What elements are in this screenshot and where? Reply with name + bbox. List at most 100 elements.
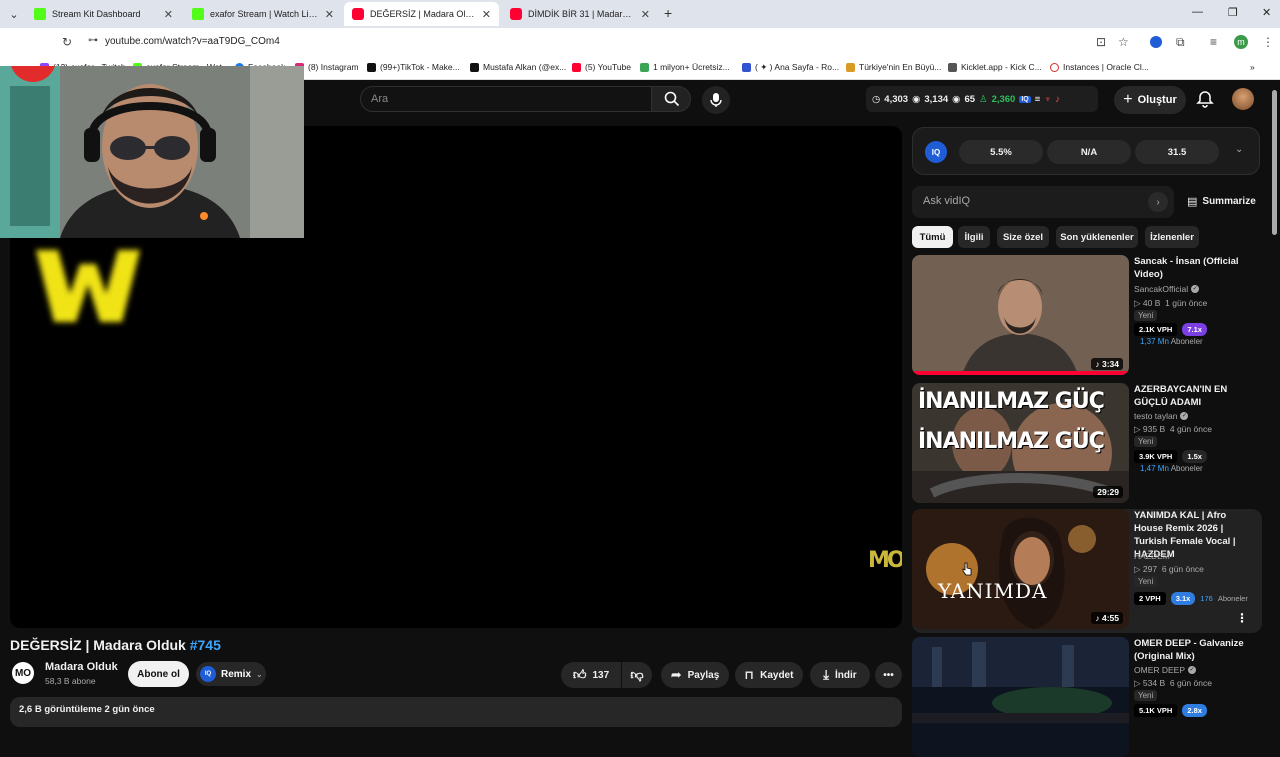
search-icon — [664, 91, 680, 107]
recommendation-title[interactable]: OMER DEEP - Galvanize (Original Mix) — [1134, 637, 1256, 663]
x-icon — [470, 62, 479, 72]
subscriber-stat: 1,37 Mn Aboneler — [1140, 337, 1203, 346]
bookmark-item[interactable]: Kicklet.app - Kick C... — [948, 62, 1042, 72]
vidiq-metric-na[interactable]: N/A — [1047, 140, 1131, 164]
subscribe-button[interactable]: Abone ol — [128, 661, 189, 687]
roblox-icon — [742, 63, 751, 72]
close-tab-icon[interactable]: ✕ — [482, 8, 491, 21]
close-tab-icon[interactable]: ✕ — [325, 8, 334, 21]
thumbnail-image — [912, 509, 1129, 629]
recommendation-title[interactable]: AZERBAYCAN'IN EN GÜÇLÜ ADAMI — [1134, 383, 1256, 409]
chip-all[interactable]: Tümü — [912, 226, 953, 248]
share-button[interactable]: ➦ Paylaş — [661, 662, 729, 688]
dislike-button[interactable]: 👎︎ — [622, 662, 652, 688]
more-actions-button[interactable]: ••• — [875, 662, 902, 688]
recommendation-channel[interactable]: HAZDEM — [1134, 551, 1170, 561]
tab-degersiz-active[interactable]: DEĞERSİZ | Madara Olduk #745 ✕ — [344, 2, 499, 26]
rocket-icon[interactable]: ♆ — [1044, 94, 1051, 105]
recommendation-channel[interactable]: testo taylan ✓ — [1134, 411, 1189, 421]
download-button[interactable]: ⤓ İndir — [810, 662, 870, 688]
new-badge: Yeni — [1134, 310, 1158, 321]
install-app-icon[interactable]: ⊡ — [1096, 35, 1106, 49]
bookmark-item[interactable]: Mustafa Alkan (@ex... — [470, 62, 566, 72]
ask-vidiq-input[interactable]: Ask vidIQ › — [912, 186, 1174, 218]
document-icon: ▤ — [1187, 196, 1198, 208]
vidiq-metric-engagement[interactable]: 5.5% — [959, 140, 1043, 164]
recommendation-title[interactable]: Sancak - İnsan (Official Video) — [1134, 255, 1256, 281]
more-options-icon[interactable]: ⋮ — [1236, 611, 1248, 625]
chip-watched[interactable]: İzlenenler — [1145, 226, 1199, 248]
more-horizontal-icon: ••• — [883, 669, 894, 681]
tab-search-button[interactable]: ⌄ — [4, 4, 24, 24]
bookmark-item[interactable]: (99+)TikTok - Make... — [367, 62, 460, 72]
vidiq-metric-score[interactable]: 31.5 — [1135, 140, 1219, 164]
bookmark-item[interactable]: (5) YouTube — [572, 62, 631, 72]
vidiq-extension-icon[interactable] — [1150, 36, 1162, 48]
reload-icon[interactable]: ↻ — [62, 35, 72, 49]
bookmarks-overflow-icon[interactable]: » — [1250, 62, 1255, 72]
remix-button[interactable]: IQ Remix ⌄ — [196, 662, 266, 686]
thumbs-down-icon: 👎︎ — [630, 667, 644, 682]
kebab-menu-icon[interactable]: ⋮ — [1262, 35, 1274, 49]
close-tab-icon[interactable]: ✕ — [641, 8, 650, 21]
video-thumbnail[interactable]: ♪ 3:34 — [912, 255, 1129, 375]
chip-related[interactable]: İlgili — [958, 226, 990, 248]
profile-avatar[interactable]: m — [1234, 35, 1248, 49]
chip-recent-uploads[interactable]: Son yüklenenler — [1056, 226, 1138, 248]
site-info-icon[interactable]: ⊶ — [88, 35, 98, 46]
summarize-button[interactable]: ▤ Summarize — [1187, 195, 1256, 208]
bookmark-item[interactable]: ( ✦ ) Ana Sayfa - Ro... — [742, 62, 839, 73]
tab-dimdik-bir[interactable]: DİMDİK BİR 31 | Madara Olduk ✕ — [502, 2, 658, 26]
description-box[interactable]: 2,6 B görüntüleme 2 gün önce — [10, 697, 902, 727]
notification-off-icon[interactable]: ♪ — [1055, 94, 1060, 105]
close-window-icon[interactable]: ✕ — [1262, 6, 1271, 19]
close-tab-icon[interactable]: ✕ — [164, 8, 173, 21]
bookmark-item[interactable]: Türkiye'nin En Büyü... — [846, 62, 941, 72]
like-button[interactable]: 👍︎ 137 — [561, 662, 621, 688]
url-field[interactable]: youtube.com/watch?v=aaT9DG_COm4 — [105, 36, 280, 47]
bookmark-item[interactable]: Instances | Oracle Cl... — [1050, 62, 1149, 72]
vidiq-icon[interactable]: IQ — [1019, 95, 1031, 103]
media-control-icon[interactable]: ≡ — [1210, 35, 1217, 49]
tab-stream-kit[interactable]: Stream Kit Dashboard ✕ — [26, 2, 181, 26]
video-thumbnail[interactable]: İNANILMAZ GÜÇ İNANILMAZ GÜÇ 29:29 — [912, 383, 1129, 503]
recommendation-item[interactable]: OMER DEEP - Galvanize (Original Mix) OME… — [912, 637, 1262, 757]
tab-exafor-stream[interactable]: exafor Stream | Watch Live on Kick ✕ — [184, 2, 342, 26]
save-button[interactable]: ⊓ Kaydet — [735, 662, 803, 688]
hashtag-link[interactable]: #745 — [190, 637, 221, 653]
chevron-right-icon[interactable]: › — [1148, 192, 1168, 212]
new-tab-button[interactable]: + — [664, 5, 672, 21]
notifications-bell-icon[interactable] — [1196, 90, 1214, 108]
channel-avatar[interactable]: MO — [12, 662, 34, 684]
video-thumbnail[interactable]: YANIMDA ♪ 4:55 — [912, 509, 1129, 629]
channel-name[interactable]: Madara Olduk — [45, 661, 118, 673]
account-avatar[interactable] — [1232, 88, 1254, 110]
restore-icon[interactable]: ❐ — [1228, 6, 1238, 19]
bookmark-item[interactable]: 1 milyon+ Ücretsiz... — [640, 62, 730, 72]
youtube-icon — [572, 62, 581, 72]
video-title: DEĞERSİZ | Madara Olduk #745 — [10, 637, 221, 653]
extensions-icon[interactable]: ⧉ — [1176, 35, 1185, 50]
chevron-down-icon[interactable]: ⌄ — [1235, 144, 1243, 155]
menu-lines-icon[interactable]: ≡ — [1035, 94, 1041, 105]
recommendation-channel[interactable]: SancakOfficial ✓ — [1134, 284, 1200, 294]
video-duration: ♪ 4:55 — [1091, 612, 1123, 624]
voice-search-button[interactable] — [702, 86, 730, 114]
recommendation-channel[interactable]: OMER DEEP ✓ — [1134, 665, 1197, 675]
minimize-icon[interactable]: — — [1192, 6, 1203, 18]
recommendation-meta: ▷ 40 B 1 gün önce — [1134, 298, 1208, 308]
thumbnail-caption: İNANILMAZ GÜÇ — [918, 429, 1105, 454]
new-badge: Yeni — [1134, 690, 1158, 701]
search-input[interactable]: Ara — [360, 86, 652, 112]
page-scrollbar[interactable] — [1272, 90, 1277, 235]
recommendation-item[interactable]: ♪ 3:34 Sancak - İnsan (Official Video) S… — [912, 255, 1262, 375]
search-button[interactable] — [651, 86, 691, 112]
bookmark-star-icon[interactable]: ☆ — [1118, 35, 1129, 49]
bookmark-item[interactable]: (8) Instagram — [295, 62, 359, 72]
video-thumbnail[interactable] — [912, 637, 1129, 757]
chip-for-you[interactable]: Size özel — [997, 226, 1049, 248]
clock-icon: ◷ — [872, 93, 881, 105]
create-button[interactable]: + Oluştur — [1114, 86, 1186, 114]
recommendation-item[interactable]: İNANILMAZ GÜÇ İNANILMAZ GÜÇ 29:29 AZERBA… — [912, 383, 1262, 503]
bookmark-icon: ⊓ — [744, 668, 755, 682]
